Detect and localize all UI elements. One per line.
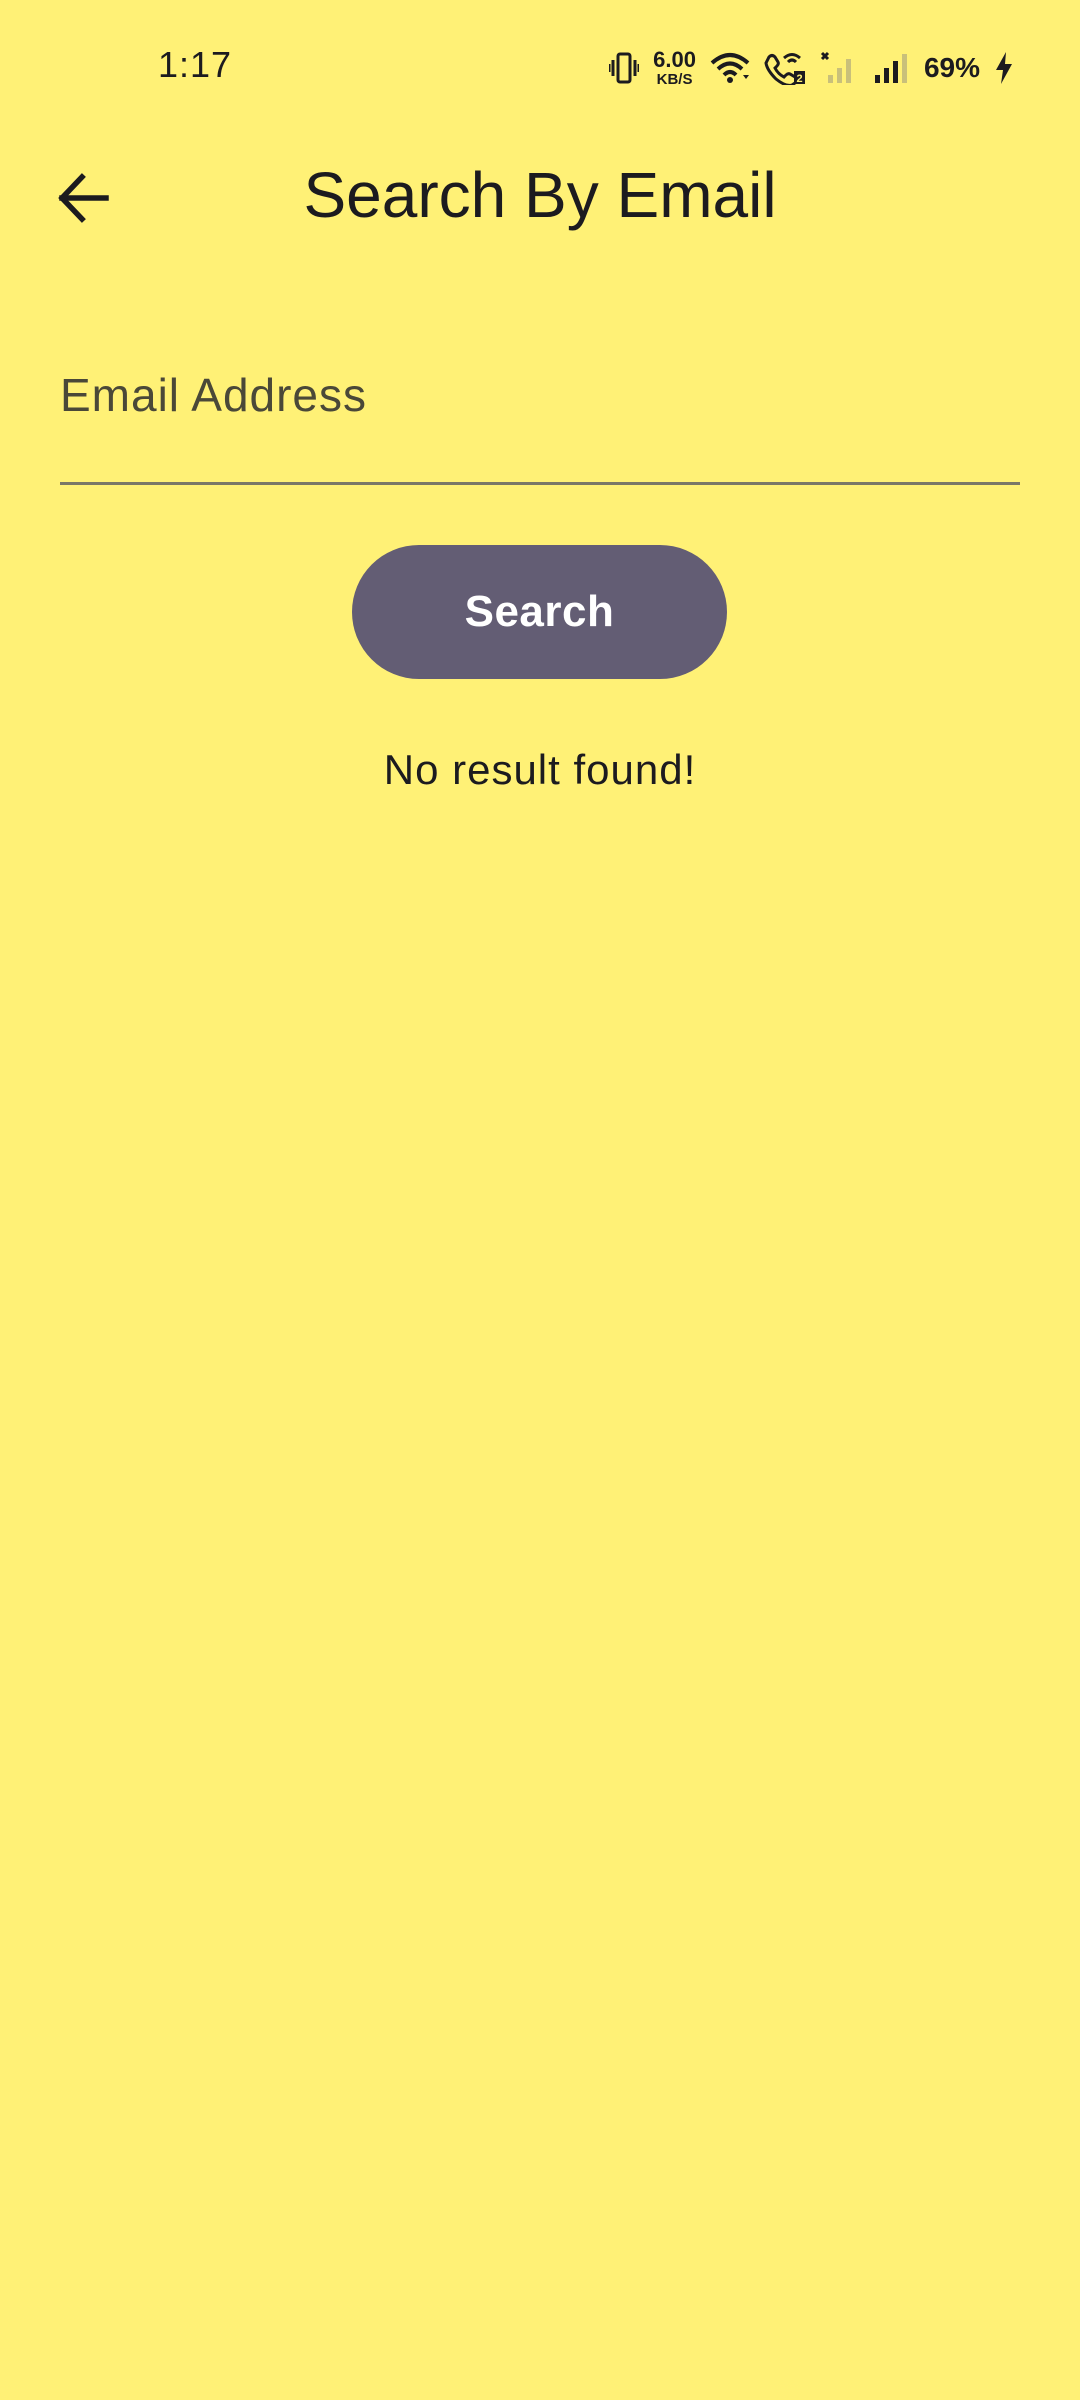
network-speed-unit: KB/S (656, 71, 693, 88)
signal-icon (872, 51, 910, 85)
status-icons: 6.00 KB/S 2 69% (609, 46, 1014, 90)
svg-text:2: 2 (796, 73, 802, 85)
network-speed-value: 6.00 (653, 47, 696, 72)
result-message: No result found! (383, 746, 697, 793)
wifi-calling-icon: 2 (764, 51, 806, 85)
vibrate-icon (609, 51, 640, 85)
app-bar: Search By Email (0, 140, 1080, 260)
battery-percent: 69% (923, 52, 980, 83)
status-time: 1:17 (158, 44, 233, 85)
email-input[interactable] (60, 360, 1020, 430)
battery-charging-icon (994, 51, 1014, 85)
network-speed: 6.00 KB/S (653, 47, 696, 88)
signal-disabled-icon (820, 51, 858, 85)
page-title: Search By Email (303, 159, 777, 231)
email-field[interactable] (60, 340, 1020, 485)
wifi-icon (710, 51, 750, 85)
status-bar: 1:17 6.00 KB/S 2 69% (0, 0, 1080, 130)
search-button[interactable]: Search (352, 545, 727, 679)
